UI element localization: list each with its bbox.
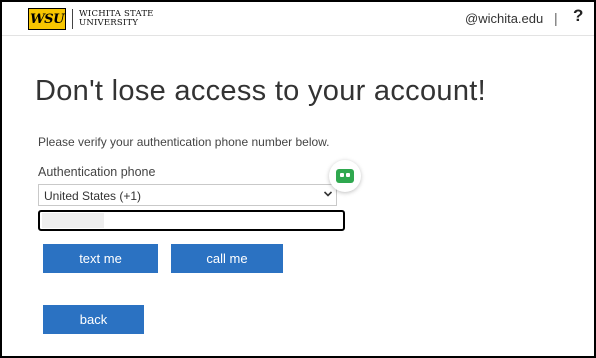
wsu-logo: WSU Wichita State University	[28, 8, 154, 30]
country-code-select[interactable]: United States (+1)	[38, 184, 337, 206]
wsu-logo-mark: WSU	[28, 8, 66, 30]
question-mark-icon[interactable]: ?	[573, 6, 583, 26]
text-me-button[interactable]: text me	[43, 244, 158, 273]
instruction-text: Please verify your authentication phone …	[38, 135, 330, 149]
back-button[interactable]: back	[43, 305, 144, 334]
account-domain: @wichita.edu	[465, 11, 544, 26]
page-header: WSU Wichita State University @wichita.ed…	[2, 2, 594, 36]
logo-divider	[72, 9, 73, 29]
redacted-phone-value	[42, 213, 104, 228]
header-separator: |	[554, 10, 558, 26]
chevron-down-icon	[324, 191, 332, 197]
page-title: Don't lose access to your account!	[35, 75, 486, 107]
logo-line-2: University	[79, 18, 139, 28]
phone-number-input[interactable]	[38, 210, 345, 231]
window-frame: WSU Wichita State University @wichita.ed…	[0, 0, 596, 358]
password-manager-badge-icon[interactable]	[329, 160, 361, 192]
call-me-button[interactable]: call me	[171, 244, 283, 273]
country-code-value: United States (+1)	[44, 189, 142, 203]
authentication-phone-label: Authentication phone	[38, 165, 156, 179]
logo-wordmark: Wichita State University	[79, 10, 154, 28]
badge-chip	[336, 169, 354, 183]
